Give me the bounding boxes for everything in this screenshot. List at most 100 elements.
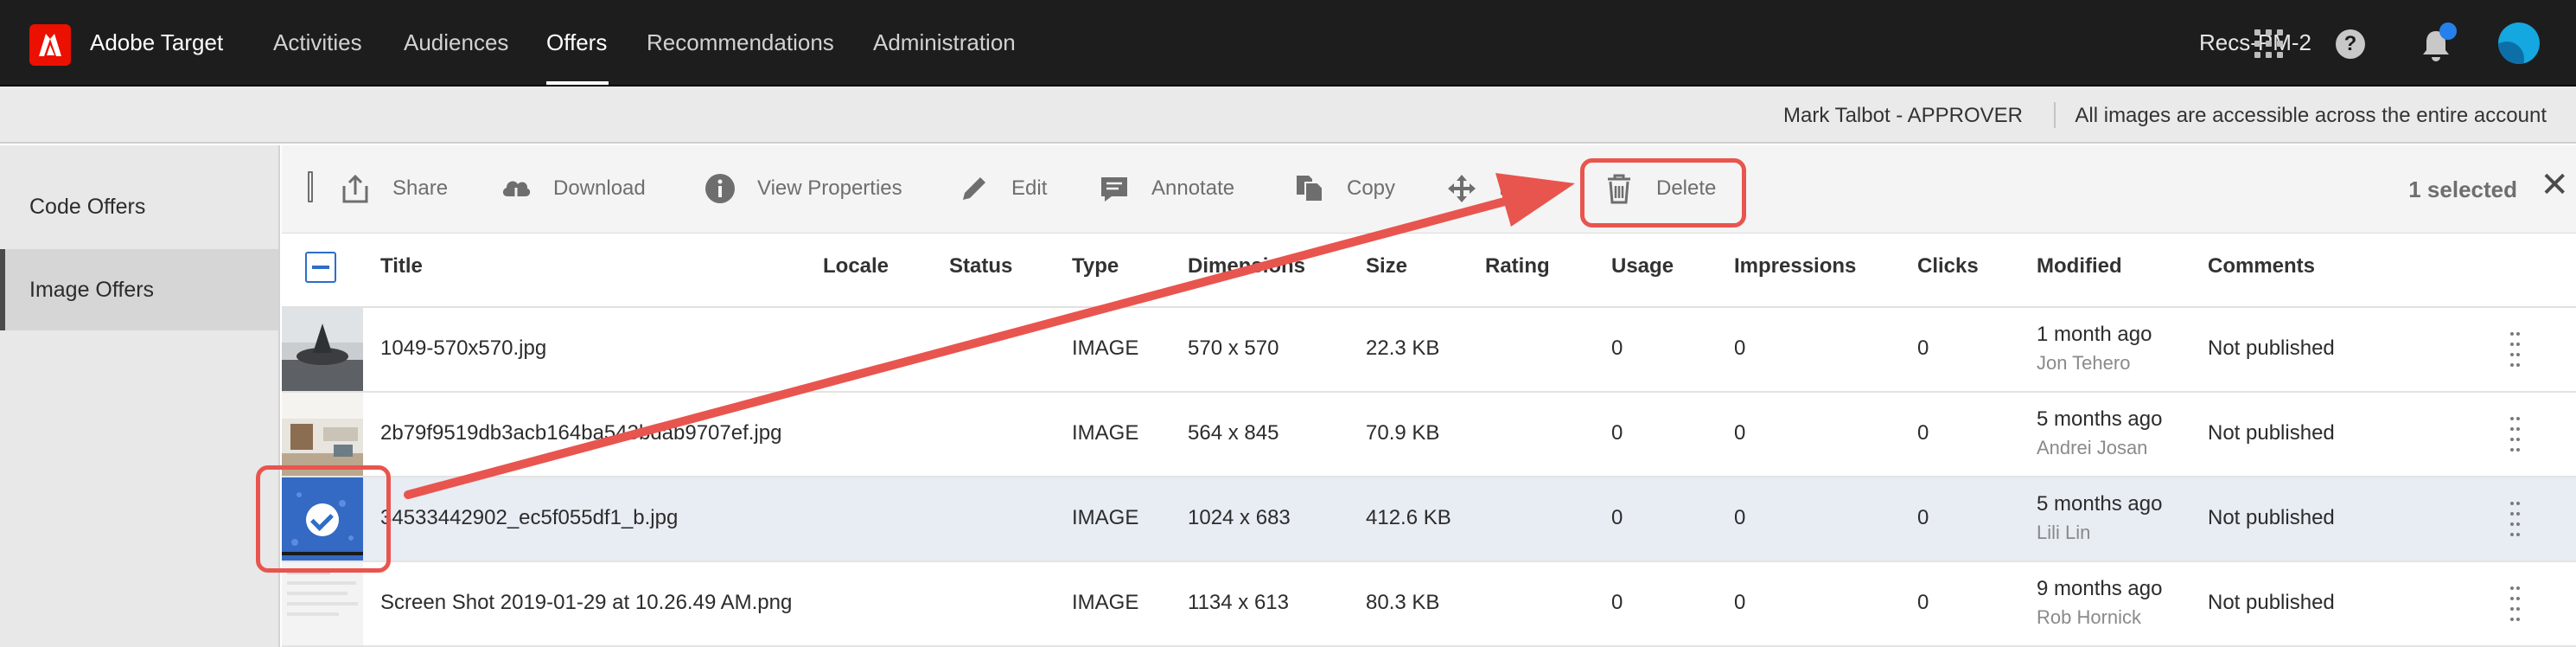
copy-label: Copy [1347,176,1396,200]
row-size: 22.3 KB [1366,336,1440,360]
row-modified: 9 months ago [2037,577,2163,600]
copy-button[interactable]: Copy [1293,171,1395,206]
thumbnail-image-selected[interactable] [282,477,363,561]
selection-count: 1 selected [2408,176,2517,202]
col-impressions[interactable]: Impressions [1734,254,1856,279]
avatar[interactable] [2498,22,2540,64]
row-impressions: 0 [1734,336,1746,360]
select-all-checkbox[interactable] [305,252,336,283]
col-comments[interactable]: Comments [2208,254,2315,279]
row-modified-by: Lili Lin [2037,522,2091,543]
close-selection-icon[interactable]: ✕ [2540,168,2569,202]
help-icon[interactable]: ? [2336,29,2365,59]
nav-offers[interactable]: Offers [546,29,607,56]
row-comments: Not published [2208,421,2335,445]
row-impressions: 0 [1734,421,1746,445]
row-clicks: 0 [1917,506,1929,529]
col-clicks[interactable]: Clicks [1917,254,1979,279]
view-properties-label: View Properties [757,176,902,200]
row-title[interactable]: Screen Shot 2019-01-29 at 10.26.49 AM.pn… [380,591,792,615]
move-label: Move [1499,176,1550,200]
table-row-selected[interactable]: 34533442902_ec5f055df1_b.jpg IMAGE 1024 … [282,477,2576,562]
download-label: Download [553,176,646,200]
row-impressions: 0 [1734,506,1746,529]
row-modified: 5 months ago [2037,492,2163,516]
sidebar-item-code-offers[interactable]: Code Offers [0,166,278,247]
annotate-button[interactable]: Annotate [1098,171,1234,206]
col-size[interactable]: Size [1366,254,1407,279]
row-comments: Not published [2208,591,2335,614]
nav-recommendations[interactable]: Recommendations [647,29,834,56]
nav-administration[interactable]: Administration [873,29,1016,56]
move-icon [1448,175,1476,202]
thumbnail-image[interactable] [282,393,363,476]
row-more-icon[interactable] [2510,586,2520,621]
rail-toggle-icon[interactable] [308,171,313,202]
share-button[interactable]: Share [339,171,448,206]
row-title[interactable]: 2b79f9519db3acb164ba543bdab9707ef.jpg [380,421,781,445]
info-icon [705,174,735,203]
row-usage: 0 [1611,421,1623,445]
download-button[interactable]: Download [500,171,646,206]
apps-grid-icon[interactable] [2254,29,2284,59]
info-divider [2054,102,2056,128]
row-title[interactable]: 34533442902_ec5f055df1_b.jpg [380,506,678,530]
table-row[interactable]: 2b79f9519db3acb164ba543bdab9707ef.jpg IM… [282,393,2576,477]
row-more-icon[interactable] [2510,502,2520,536]
col-dimensions[interactable]: Dimensions [1188,254,1305,279]
row-clicks: 0 [1917,591,1929,614]
share-icon [342,174,368,203]
nav-audiences[interactable]: Audiences [404,29,508,56]
col-type[interactable]: Type [1072,254,1119,279]
nav-activities[interactable]: Activities [273,29,362,56]
adobe-logo-icon[interactable] [29,24,71,66]
row-usage: 0 [1611,506,1623,529]
share-label: Share [392,176,449,200]
thumbnail-image[interactable] [282,562,363,645]
row-comments: Not published [2208,506,2335,529]
app-name[interactable]: Adobe Target [90,29,223,56]
row-modified: 5 months ago [2037,407,2163,431]
top-nav-bar: Adobe Target Activities Audiences Offers… [0,0,2576,86]
row-size: 412.6 KB [1366,506,1451,529]
trash-icon [1608,174,1630,204]
annotate-icon [1101,177,1127,202]
selected-check-icon[interactable] [306,503,339,536]
col-locale[interactable]: Locale [823,254,889,279]
col-status[interactable]: Status [949,254,1012,279]
move-button[interactable]: Move [1445,171,1550,206]
row-size: 80.3 KB [1366,591,1440,614]
row-more-icon[interactable] [2510,417,2520,452]
col-modified[interactable]: Modified [2037,254,2122,279]
adobe-a-glyph [39,34,61,56]
action-bar: Share Download View Properties Edit Anno… [282,145,2576,234]
row-comments: Not published [2208,336,2335,360]
thumbnail-image[interactable] [282,308,363,391]
table-header: Title Locale Status Type Dimensions Size… [282,234,2576,308]
row-usage: 0 [1611,591,1623,614]
edit-label: Edit [1011,176,1048,200]
edit-button[interactable]: Edit [958,171,1047,206]
row-more-icon[interactable] [2510,332,2520,367]
table-row[interactable]: 1049-570x570.jpg IMAGE 570 x 570 22.3 KB… [282,308,2576,393]
row-type: IMAGE [1072,506,1139,529]
col-rating[interactable]: Rating [1485,254,1550,279]
pencil-icon [963,177,985,200]
info-bar: Mark Talbot - APPROVER All images are ac… [0,86,2576,144]
row-clicks: 0 [1917,421,1929,445]
download-icon [502,181,531,205]
view-properties-button[interactable]: View Properties [704,171,902,206]
sidebar-item-image-offers[interactable]: Image Offers [0,249,278,330]
row-modified-by: Jon Tehero [2037,352,2131,374]
row-usage: 0 [1611,336,1623,360]
table-row[interactable]: Screen Shot 2019-01-29 at 10.26.49 AM.pn… [282,562,2576,647]
delete-label: Delete [1656,176,1717,200]
col-title[interactable]: Title [380,254,423,279]
notification-badge [2439,22,2457,40]
delete-button[interactable]: Delete [1603,171,1716,206]
row-title[interactable]: 1049-570x570.jpg [380,336,546,361]
row-impressions: 0 [1734,591,1746,614]
annotate-label: Annotate [1151,176,1235,200]
col-usage[interactable]: Usage [1611,254,1674,279]
row-type: IMAGE [1072,336,1139,360]
